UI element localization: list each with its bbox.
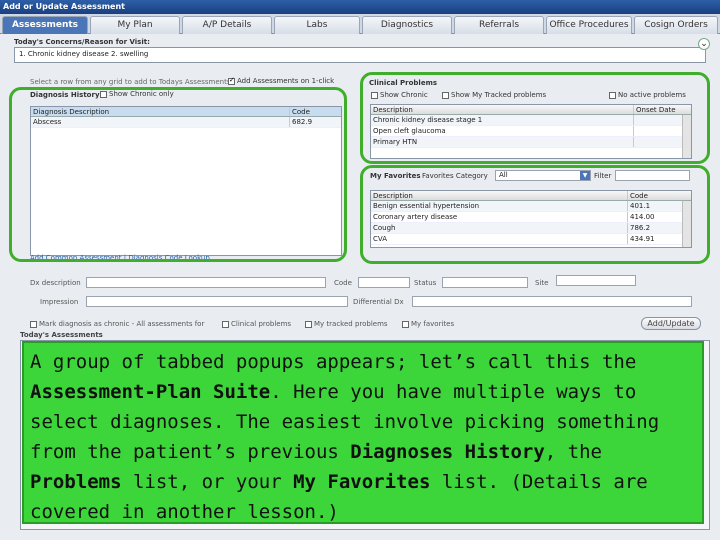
site-label: Site [535, 279, 549, 287]
tab-referrals[interactable]: Referrals [454, 16, 544, 34]
expand-icon[interactable]: ⌄ [698, 38, 710, 50]
tab-labs[interactable]: Labs [274, 16, 360, 34]
flag-favorites-option[interactable]: My favorites [402, 320, 454, 328]
add-on-click-checkbox[interactable] [228, 76, 235, 85]
select-hint: Select a row from any grid to add to Tod… [30, 78, 231, 86]
impression-field[interactable] [86, 296, 348, 307]
tab-ap-details[interactable]: A/P Details [182, 16, 272, 34]
note-bold-1: Assessment-Plan Suite [30, 381, 271, 403]
flag-tracked-option[interactable]: My tracked problems [305, 320, 388, 328]
todays-assessments-label: Today's Assessments [20, 331, 103, 339]
flag-chronic-checkbox[interactable] [30, 320, 37, 328]
flag-clinical-checkbox[interactable] [222, 320, 229, 328]
impression-label: Impression [40, 298, 79, 306]
window-title: Add or Update Assessment [0, 0, 720, 14]
add-on-click-label: Add Assessments on 1-click [237, 77, 335, 85]
flag-tracked-label: My tracked problems [314, 320, 388, 328]
code-field[interactable] [358, 277, 410, 288]
add-on-click-option[interactable]: Add Assessments on 1-click [228, 76, 335, 85]
tab-office-procedures[interactable]: Office Procedures [546, 16, 632, 34]
status-field[interactable] [442, 277, 528, 288]
note-text-1: A group of tabbed popups appears; let’s … [30, 351, 637, 373]
note-bold-4: My Favorites [293, 471, 431, 493]
differential-label: Differential Dx [353, 298, 404, 306]
flag-clinical-option[interactable]: Clinical problems [222, 320, 291, 328]
note-bold-3: Problems [30, 471, 122, 493]
tab-strip: Assessments My Plan A/P Details Labs Dia… [0, 14, 720, 34]
status-label: Status [414, 279, 437, 287]
flag-chronic-label: Mark diagnosis as chronic - All assessme… [39, 320, 205, 328]
differential-field[interactable] [412, 296, 692, 307]
note-text-3: , the [544, 441, 602, 463]
concerns-label: Today's Concerns/Reason for Visit: [14, 38, 150, 46]
flag-favorites-label: My favorites [411, 320, 455, 328]
tab-my-plan[interactable]: My Plan [90, 16, 180, 34]
my-favorites-highlight [360, 165, 710, 264]
lesson-callout: A group of tabbed popups appears; let’s … [22, 341, 704, 524]
code-label: Code [334, 279, 352, 287]
note-bold-2: Diagnoses History [350, 441, 545, 463]
note-text-4: list, or your [121, 471, 294, 493]
clinical-problems-highlight [360, 72, 710, 164]
tab-diagnostics[interactable]: Diagnostics [362, 16, 452, 34]
dx-description-field[interactable] [86, 277, 326, 288]
dx-description-label: Dx description [30, 279, 81, 287]
concerns-field[interactable]: 1. Chronic kidney disease 2. swelling [14, 47, 706, 63]
tab-cosign-orders[interactable]: Cosign Orders [634, 16, 718, 34]
add-update-button[interactable]: Add/Update [641, 317, 701, 330]
tab-assessments[interactable]: Assessments [2, 16, 88, 34]
flag-clinical-label: Clinical problems [231, 320, 292, 328]
site-field[interactable] [556, 275, 636, 286]
flag-favorites-checkbox[interactable] [402, 320, 409, 328]
flag-tracked-checkbox[interactable] [305, 320, 312, 328]
flag-chronic-option[interactable]: Mark diagnosis as chronic - All assessme… [30, 320, 204, 328]
diagnosis-history-highlight [9, 87, 347, 262]
